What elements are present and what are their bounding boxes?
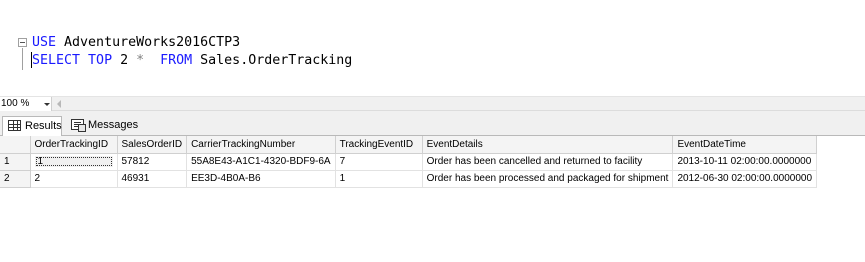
column-header[interactable]: TrackingEventID [335,136,423,154]
keyword-top: TOP [80,53,113,68]
grid-icon [8,120,21,131]
table-row: 2 2 46931 EE3D-4B0A-B6 1 Order has been … [0,170,818,188]
collapse-toggle-icon[interactable] [18,38,27,47]
outline-guide [22,48,23,70]
grid-cell[interactable]: Order has been processed and packaged fo… [422,170,674,188]
grid-cell[interactable]: EE3D-4B0A-B6 [186,170,336,188]
column-header[interactable]: SalesOrderID [117,136,188,154]
grid-cell[interactable]: 55A8E43-A1C1-4320-BDF9-6A [186,153,336,171]
zoom-select[interactable]: 100 % [0,97,52,111]
row-number[interactable]: 1 [0,153,31,171]
tab-results[interactable]: Results [2,116,62,137]
grid-cell[interactable]: 2 [30,170,118,188]
grid-cell[interactable]: 2012-06-30 02:00:00.0000000 [672,170,818,188]
grid-corner[interactable] [0,136,31,154]
tab-messages[interactable]: Messages [66,116,138,136]
table-name: Sales.OrderTracking [192,53,353,68]
grid-header-row: OrderTrackingID SalesOrderID CarrierTrac… [0,136,818,154]
row-number[interactable]: 2 [0,170,31,188]
select-star: * [128,53,145,68]
grid-cell[interactable]: 1 [335,170,423,188]
text-caret [31,52,32,68]
selected-cell[interactable]: 1 [34,156,113,167]
results-tabs: Results Messages [0,111,865,137]
grid-cell[interactable]: 57812 [117,153,188,171]
keyword-use: USE [32,35,57,50]
database-name: AdventureWorks2016CTP3 [56,35,241,50]
keyword-select: SELECT [32,53,81,68]
grid-cell[interactable]: 7 [335,153,423,171]
zoom-value: 100 % [1,98,30,109]
keyword-from: FROM [144,53,193,68]
zoom-bar: 100 % [0,96,865,111]
code-line-1[interactable]: USE AdventureWorks2016CTP3 [32,34,240,52]
grid-cell[interactable]: 1 [30,153,118,171]
tab-results-label: Results [25,120,62,132]
column-header[interactable]: EventDetails [422,136,674,154]
messages-icon [71,119,86,132]
column-header[interactable]: OrderTrackingID [30,136,118,154]
chevron-down-icon[interactable] [42,98,52,110]
tab-messages-label: Messages [88,119,139,131]
query-editor[interactable]: USE AdventureWorks2016CTP3 SELECT TOP 2 … [0,0,865,96]
table-row: 1 1 57812 55A8E43-A1C1-4320-BDF9-6A 7 Or… [0,153,818,171]
results-grid-area: OrderTrackingID SalesOrderID CarrierTrac… [0,136,865,262]
results-grid: OrderTrackingID SalesOrderID CarrierTrac… [0,136,818,188]
grid-cell[interactable]: 2013-10-11 02:00:00.0000000 [672,153,818,171]
column-header[interactable]: CarrierTrackingNumber [186,136,336,154]
scroll-left-arrow-icon[interactable] [57,100,61,108]
code-line-2[interactable]: SELECT TOP 2 * FROM Sales.OrderTracking [32,52,352,70]
grid-cell[interactable]: Order has been cancelled and returned to… [422,153,674,171]
top-count: 2 [112,53,129,68]
column-header[interactable]: EventDateTime [672,136,818,154]
grid-cell[interactable]: 46931 [117,170,188,188]
